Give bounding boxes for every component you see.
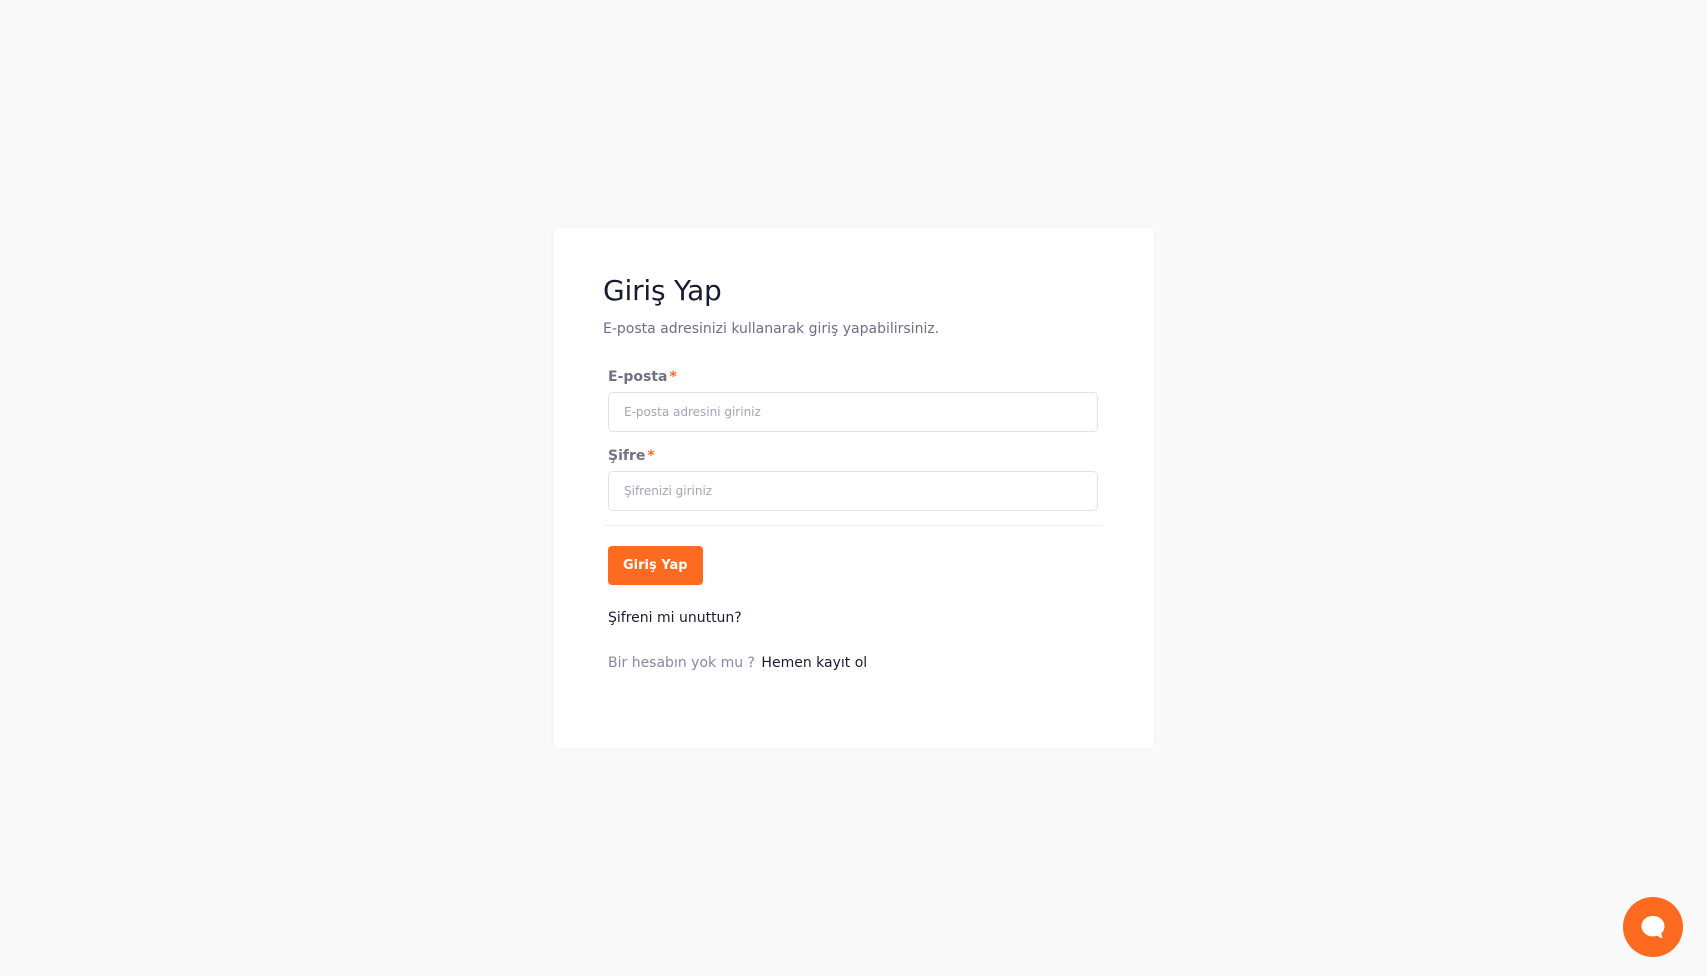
- email-field-group: E-posta *: [608, 367, 1098, 432]
- signup-link[interactable]: Hemen kayıt ol: [761, 655, 867, 671]
- chat-bubble-icon: [1641, 916, 1665, 939]
- divider: [604, 525, 1102, 526]
- login-form: E-posta* Şifre* Giriş Yap Şifreni mi unu…: [604, 367, 1102, 673]
- email-label-text: E-posta: [608, 369, 668, 385]
- email-label: E-posta *: [608, 367, 1098, 387]
- password-label: Şifre *: [608, 446, 1098, 466]
- forgot-password-link[interactable]: Şifreni mi unuttun?: [608, 608, 1098, 628]
- chat-button[interactable]: [1623, 897, 1683, 957]
- password-input[interactable]: [608, 471, 1098, 511]
- signup-row: Bir hesabın yok mu ? Hemen kayıt ol: [608, 653, 1098, 673]
- password-label-text: Şifre: [608, 448, 646, 464]
- page-subtitle: E-posta adresinizi kullanarak giriş yapa…: [603, 321, 940, 337]
- email-input[interactable]: [608, 392, 1098, 432]
- login-button[interactable]: Giriş Yap: [608, 546, 703, 585]
- password-field-group: Şifre *: [608, 446, 1098, 511]
- required-mark: *: [647, 448, 655, 464]
- page-title: Giriş Yap: [603, 274, 722, 307]
- required-mark: *: [669, 369, 677, 385]
- signup-question: Bir hesabın yok mu ?: [608, 655, 755, 671]
- login-card: Giriş Yap E-posta adresinizi kullanarak …: [554, 228, 1154, 748]
